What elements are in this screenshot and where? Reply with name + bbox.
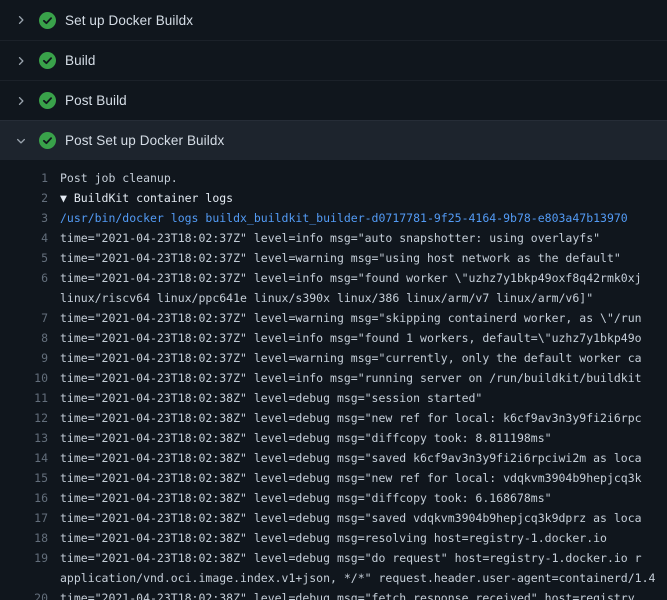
log-line-number: 5 xyxy=(0,248,60,268)
log-line-number: 16 xyxy=(0,488,60,508)
log-line: 4 time="2021-04-23T18:02:37Z" level=info… xyxy=(0,228,667,248)
log-line-number: 6 xyxy=(0,268,60,288)
check-circle-icon xyxy=(39,52,56,69)
log-line-text: time="2021-04-23T18:02:37Z" level=warnin… xyxy=(60,248,667,268)
log-line-text: time="2021-04-23T18:02:38Z" level=debug … xyxy=(60,548,667,568)
log-line: 12 time="2021-04-23T18:02:38Z" level=deb… xyxy=(0,408,667,428)
log-line-text: time="2021-04-23T18:02:37Z" level=info m… xyxy=(60,228,667,248)
step-label: Set up Docker Buildx xyxy=(65,13,193,28)
log-line-number: 12 xyxy=(0,408,60,428)
log-line-number: 4 xyxy=(0,228,60,248)
step-label: Build xyxy=(65,53,96,68)
log-line-number: 17 xyxy=(0,508,60,528)
log-line-text: time="2021-04-23T18:02:37Z" level=info m… xyxy=(60,328,667,348)
step-header-post-build[interactable]: Post Build xyxy=(0,80,667,120)
log-line: 10 time="2021-04-23T18:02:37Z" level=inf… xyxy=(0,368,667,388)
log-line: 8 time="2021-04-23T18:02:37Z" level=info… xyxy=(0,328,667,348)
log-line-text: time="2021-04-23T18:02:38Z" level=debug … xyxy=(60,488,667,508)
log-line: 1 Post job cleanup. xyxy=(0,168,667,188)
log-line-number: 7 xyxy=(0,308,60,328)
log-line: 19 time="2021-04-23T18:02:38Z" level=deb… xyxy=(0,548,667,568)
log-line-text: time="2021-04-23T18:02:38Z" level=debug … xyxy=(60,388,667,408)
log-line-number: 15 xyxy=(0,468,60,488)
log-line-text: time="2021-04-23T18:02:37Z" level=info m… xyxy=(60,368,667,388)
log-line-text: ▼ BuildKit container logs xyxy=(60,188,667,208)
log-line: 11 time="2021-04-23T18:02:38Z" level=deb… xyxy=(0,388,667,408)
log-line: 18 time="2021-04-23T18:02:38Z" level=deb… xyxy=(0,528,667,548)
step-header-set-up-docker-buildx[interactable]: Set up Docker Buildx xyxy=(0,0,667,40)
chevron-right-icon xyxy=(14,13,28,27)
log-output: 1 Post job cleanup. 2 ▼ BuildKit contain… xyxy=(0,160,667,600)
chevron-right-icon xyxy=(14,94,28,108)
log-line: 7 time="2021-04-23T18:02:37Z" level=warn… xyxy=(0,308,667,328)
log-line-number: 14 xyxy=(0,448,60,468)
log-line-number: 2 xyxy=(0,188,60,208)
log-line-text: time="2021-04-23T18:02:37Z" level=info m… xyxy=(60,268,667,288)
log-line-number: 8 xyxy=(0,328,60,348)
log-line-text: time="2021-04-23T18:02:38Z" level=debug … xyxy=(60,448,667,468)
log-line-number: 18 xyxy=(0,528,60,548)
log-line-text: time="2021-04-23T18:02:37Z" level=warnin… xyxy=(60,308,667,328)
step-label: Post Build xyxy=(65,93,127,108)
log-line-number: 9 xyxy=(0,348,60,368)
step-header-post-set-up-docker-buildx[interactable]: Post Set up Docker Buildx xyxy=(0,120,667,160)
log-line-text: time="2021-04-23T18:02:38Z" level=debug … xyxy=(60,508,667,528)
log-line-text: linux/riscv64 linux/ppc641e linux/s390x … xyxy=(60,288,667,308)
log-line-text: application/vnd.oci.image.index.v1+json,… xyxy=(60,568,667,588)
log-line-number: 11 xyxy=(0,388,60,408)
log-line-text: time="2021-04-23T18:02:38Z" level=debug … xyxy=(60,408,667,428)
chevron-down-icon xyxy=(14,134,28,148)
log-line-number: 13 xyxy=(0,428,60,448)
log-line-text: time="2021-04-23T18:02:38Z" level=debug … xyxy=(60,428,667,448)
log-line: 16 time="2021-04-23T18:02:38Z" level=deb… xyxy=(0,488,667,508)
log-line-number: 19 xyxy=(0,548,60,568)
log-line-text: time="2021-04-23T18:02:38Z" level=debug … xyxy=(60,528,667,548)
log-line-number: 3 xyxy=(0,208,60,228)
log-line: 14 time="2021-04-23T18:02:38Z" level=deb… xyxy=(0,448,667,468)
check-circle-icon xyxy=(39,12,56,29)
log-line: 5 time="2021-04-23T18:02:37Z" level=warn… xyxy=(0,248,667,268)
log-line: linux/riscv64 linux/ppc641e linux/s390x … xyxy=(0,288,667,308)
log-line-text: time="2021-04-23T18:02:38Z" level=debug … xyxy=(60,588,667,600)
log-line-text: time="2021-04-23T18:02:38Z" level=debug … xyxy=(60,468,667,488)
check-circle-icon xyxy=(39,132,56,149)
log-line: 17 time="2021-04-23T18:02:38Z" level=deb… xyxy=(0,508,667,528)
actions-log-viewer: Set up Docker Buildx Build Post Build Po… xyxy=(0,0,667,600)
log-line-text: /usr/bin/docker logs buildx_buildkit_bui… xyxy=(60,208,667,228)
log-line-text: time="2021-04-23T18:02:37Z" level=warnin… xyxy=(60,348,667,368)
log-line: 15 time="2021-04-23T18:02:38Z" level=deb… xyxy=(0,468,667,488)
log-line-number xyxy=(0,568,60,588)
log-group-toggle[interactable]: 2 ▼ BuildKit container logs xyxy=(0,188,667,208)
chevron-right-icon xyxy=(14,54,28,68)
log-line-number: 20 xyxy=(0,588,60,600)
log-line: application/vnd.oci.image.index.v1+json,… xyxy=(0,568,667,588)
log-line-number xyxy=(0,288,60,308)
log-line-text: Post job cleanup. xyxy=(60,168,667,188)
log-line: 9 time="2021-04-23T18:02:37Z" level=warn… xyxy=(0,348,667,368)
log-line: 20 time="2021-04-23T18:02:38Z" level=deb… xyxy=(0,588,667,600)
check-circle-icon xyxy=(39,92,56,109)
log-line: 13 time="2021-04-23T18:02:38Z" level=deb… xyxy=(0,428,667,448)
log-line-number: 1 xyxy=(0,168,60,188)
log-line: 6 time="2021-04-23T18:02:37Z" level=info… xyxy=(0,268,667,288)
log-line: 3 /usr/bin/docker logs buildx_buildkit_b… xyxy=(0,208,667,228)
step-header-build[interactable]: Build xyxy=(0,40,667,80)
log-line-number: 10 xyxy=(0,368,60,388)
step-label: Post Set up Docker Buildx xyxy=(65,133,224,148)
